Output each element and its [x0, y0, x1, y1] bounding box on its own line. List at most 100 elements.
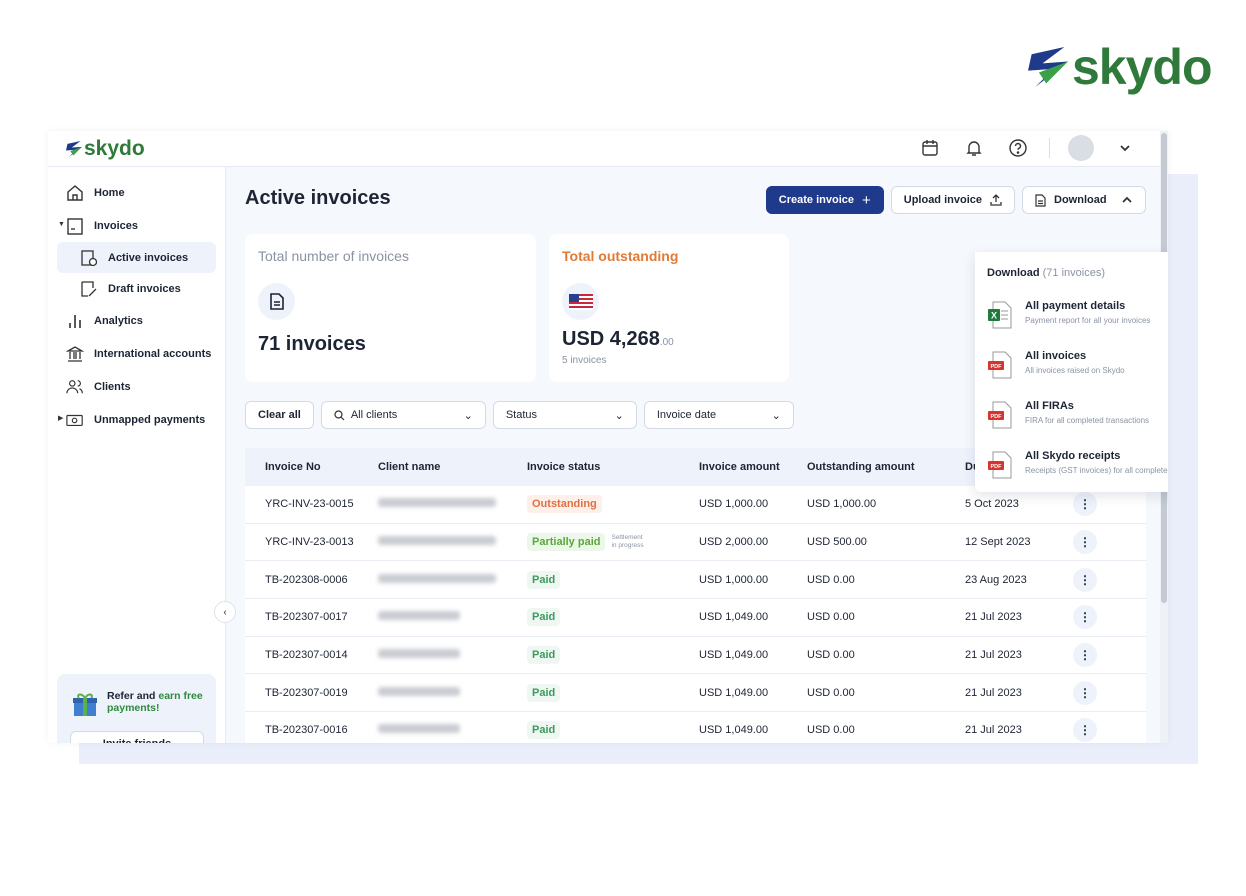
invoice-no[interactable]: TB-202307-0014 [245, 649, 378, 661]
status-badge: Paid [527, 683, 561, 702]
more-actions-icon[interactable]: ⋮ [1073, 643, 1097, 668]
more-actions-icon[interactable]: ⋮ [1073, 605, 1097, 630]
outstanding-amount: USD 0.00 [807, 573, 855, 586]
expand-icon[interactable]: ▼ [58, 221, 65, 228]
outstanding-amount: USD 0.00 [807, 611, 855, 624]
invoice-no[interactable]: YRC-INV-23-0013 [245, 536, 378, 548]
client-name-redacted [378, 536, 527, 548]
status-badge: Outstanding [527, 495, 602, 514]
outstanding-amount: USD 500.00 [807, 536, 867, 549]
invoice-date-filter[interactable]: Invoice date ⌄ [643, 401, 794, 429]
analytics-icon [66, 312, 84, 330]
chevron-down-icon[interactable] [1112, 135, 1138, 161]
pdf-file-icon: PDF [988, 351, 1012, 379]
document-icon [1035, 193, 1046, 207]
outstanding-amount: USD 0.00 [807, 686, 855, 699]
invoice-amount: USD 1,049.00 [699, 686, 769, 699]
table-row[interactable]: TB-202308-0006 Paid USD 1,000.00 USD 0.0… [245, 561, 1146, 600]
outstanding-amount: USD 0.00 [807, 649, 855, 662]
create-invoice-button[interactable]: Create invoice + [765, 186, 884, 214]
draft-invoice-icon [80, 280, 98, 298]
clients-filter[interactable]: All clients ⌄ [320, 401, 486, 429]
table-row[interactable]: YRC-INV-23-0013 Partially paid Settlement… [245, 524, 1146, 562]
client-name-redacted [378, 498, 527, 510]
column-header: Outstanding amount [807, 461, 915, 473]
invoice-amount: USD 1,000.00 [699, 498, 769, 511]
more-actions-icon[interactable]: ⋮ [1073, 567, 1097, 592]
refer-card: Refer and earn free payments! Invite fri… [57, 674, 216, 743]
chevron-down-icon: ⌄ [463, 409, 473, 422]
more-actions-icon[interactable]: ⋮ [1073, 680, 1097, 705]
download-button[interactable]: Download [1022, 186, 1146, 214]
status-badge: Paid [527, 608, 561, 627]
expand-icon[interactable]: ▶ [58, 414, 63, 422]
download-menu-item[interactable]: PDF All invoices All invoices raised on Sk… [987, 348, 1168, 388]
calendar-icon[interactable] [917, 135, 943, 161]
table-row[interactable]: TB-202307-0016 Paid USD 1,049.00 USD 0.0… [245, 712, 1146, 743]
sidebar-item-unmapped-payments[interactable]: Unmapped payments [66, 411, 205, 429]
payments-icon [66, 411, 84, 429]
sidebar-item-active-invoices[interactable]: Active invoices [80, 249, 188, 267]
skydo-logo[interactable]: skydo [66, 137, 145, 161]
sidebar-item-draft-invoices[interactable]: Draft invoices [80, 280, 181, 298]
chevron-up-icon [1122, 196, 1132, 203]
outstanding-amount: USD 0.00 [807, 724, 855, 737]
total-invoices-card: Total number of invoices 71 invoices [245, 234, 536, 382]
avatar[interactable] [1068, 135, 1094, 161]
due-date: 21 Jul 2023 [965, 649, 1022, 662]
invite-friends-button[interactable]: Invite friends [70, 731, 204, 743]
invoices-table: Invoice No Client name Invoice status Invoi… [245, 448, 1146, 743]
clear-all-button[interactable]: Clear all [245, 401, 314, 429]
more-actions-icon[interactable]: ⋮ [1073, 718, 1097, 743]
collapse-sidebar-button[interactable]: ‹ [214, 601, 236, 623]
bank-icon [66, 345, 84, 363]
outstanding-amount: USD 1,000.00 [807, 498, 877, 511]
column-header: Invoice amount [699, 461, 780, 473]
sidebar-item-invoices[interactable]: Invoices [66, 217, 138, 235]
active-invoice-icon [80, 249, 98, 267]
upload-invoice-button[interactable]: Upload invoice [890, 186, 1015, 214]
due-date: 21 Jul 2023 [965, 611, 1022, 624]
table-row[interactable]: TB-202307-0017 Paid USD 1,049.00 USD 0.0… [245, 599, 1146, 637]
sidebar-item-international-accounts[interactable]: International accounts [66, 345, 211, 363]
settlement-note: Settlement in progress [611, 534, 644, 550]
status-filter[interactable]: Status ⌄ [492, 401, 637, 429]
more-actions-icon[interactable]: ⋮ [1073, 530, 1097, 555]
upload-icon [990, 194, 1002, 206]
column-header: Client name [378, 461, 441, 473]
plus-icon: + [861, 191, 871, 209]
table-row[interactable]: TB-202307-0014 Paid USD 1,049.00 USD 0.0… [245, 637, 1146, 675]
client-name-redacted [378, 724, 527, 736]
excel-file-icon: X [988, 301, 1012, 329]
total-outstanding-card: Total outstanding USD 4,268.00 5 invoice… [549, 234, 789, 382]
download-menu-item[interactable]: X All payment details Payment report for a… [987, 298, 1168, 338]
invoice-no[interactable]: TB-202308-0006 [245, 574, 378, 586]
download-menu-item[interactable]: PDF All Skydo receipts Receipts (GST invoi… [987, 448, 1168, 488]
invoice-no[interactable]: TB-202307-0016 [245, 724, 378, 736]
sidebar: Home ▼ Invoices Active invoices Draft in… [48, 167, 226, 743]
search-icon [334, 409, 345, 420]
divider [1049, 138, 1050, 158]
invoice-no[interactable]: TB-202307-0019 [245, 687, 378, 699]
chevron-down-icon: ⌄ [614, 409, 624, 422]
sidebar-item-clients[interactable]: Clients [66, 378, 131, 396]
table-row[interactable]: TB-202307-0019 Paid USD 1,049.00 USD 0.0… [245, 674, 1146, 713]
bell-icon[interactable] [961, 135, 987, 161]
svg-text:PDF: PDF [991, 464, 1003, 470]
invoice-no[interactable]: TB-202307-0017 [245, 611, 378, 623]
invoice-amount: USD 1,049.00 [699, 724, 769, 737]
sidebar-item-analytics[interactable]: Analytics [66, 312, 143, 330]
pdf-file-icon: PDF [988, 451, 1012, 479]
due-date: 12 Sept 2023 [965, 536, 1031, 549]
help-icon[interactable] [1005, 135, 1031, 161]
sidebar-item-home[interactable]: Home [66, 184, 125, 202]
more-actions-icon[interactable]: ⋮ [1073, 492, 1097, 517]
clients-icon [66, 378, 84, 396]
chevron-down-icon: ⌄ [771, 409, 781, 422]
column-header: Invoice No [265, 461, 321, 473]
download-menu: Download (71 invoices) X All payment deta… [975, 252, 1168, 492]
download-menu-item[interactable]: PDF All FIRAs FIRA for all completed trans… [987, 398, 1168, 438]
invoice-no[interactable]: YRC-INV-23-0015 [245, 498, 378, 510]
client-name-redacted [378, 611, 527, 623]
invoice-amount: USD 1,049.00 [699, 649, 769, 662]
